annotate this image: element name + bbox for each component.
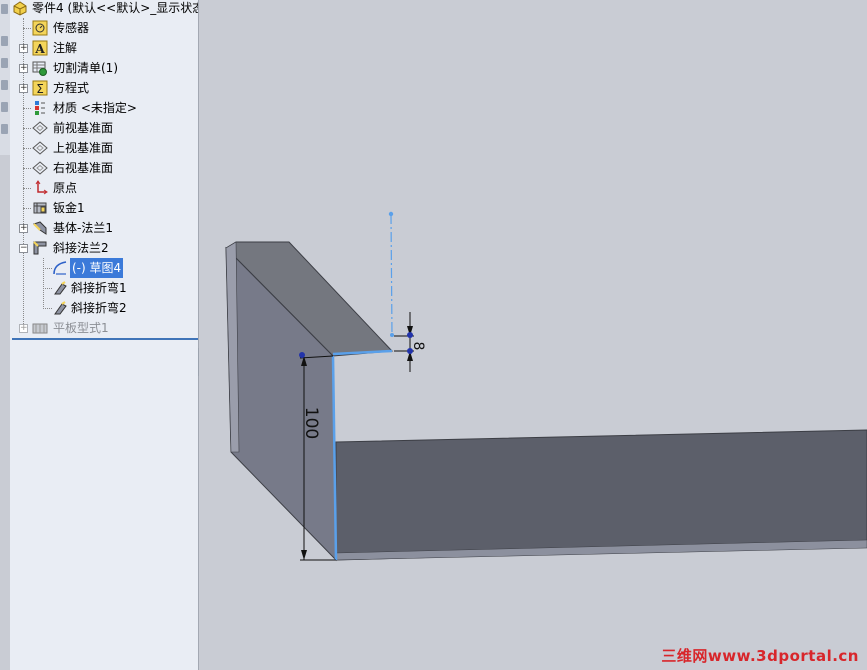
toolbar-icon[interactable] bbox=[1, 80, 8, 90]
sketch-point[interactable] bbox=[390, 333, 394, 337]
cut-list-icon bbox=[32, 61, 47, 76]
sheet-metal-icon bbox=[33, 202, 47, 214]
sketch-centerline[interactable] bbox=[390, 213, 393, 337]
equation-icon: Σ bbox=[32, 80, 48, 96]
toolbar-icon[interactable] bbox=[1, 36, 8, 46]
toolbar-icon[interactable] bbox=[1, 58, 8, 68]
sketch-icon bbox=[53, 261, 67, 275]
dimension-value-100[interactable]: 100 bbox=[301, 407, 321, 439]
sketch-endpoint[interactable] bbox=[407, 332, 413, 338]
expand-icon[interactable]: + bbox=[19, 84, 28, 93]
tree-item-label: 注解 bbox=[53, 41, 78, 55]
miter-flange-icon bbox=[33, 241, 47, 255]
tree-connector bbox=[23, 118, 31, 129]
tree-item-sensors[interactable]: 传感器 bbox=[10, 18, 198, 38]
miter-bend-icon bbox=[54, 301, 67, 315]
toolbar-icon[interactable] bbox=[1, 124, 8, 134]
tree-item-material[interactable]: 材质 <未指定> bbox=[10, 98, 198, 118]
plane-icon bbox=[32, 141, 48, 155]
sketch-endpoint[interactable] bbox=[299, 352, 305, 358]
origin-icon bbox=[35, 180, 48, 195]
tree-item-label: 前视基准面 bbox=[53, 121, 114, 135]
expand-icon[interactable]: + bbox=[19, 324, 28, 333]
plane-icon bbox=[32, 161, 48, 175]
tree-item-label: 右视基准面 bbox=[53, 161, 114, 175]
tree-item-label: 平板型式1 bbox=[53, 321, 109, 335]
tree-item-miter-bend-1[interactable]: 斜接折弯1 bbox=[10, 268, 198, 298]
tree-item-flat-pattern[interactable]: + 平板型式1 bbox=[10, 318, 198, 338]
collapse-icon[interactable]: − bbox=[19, 244, 28, 253]
tree-item-right-plane[interactable]: 右视基准面 bbox=[10, 158, 198, 178]
flat-pattern-icon bbox=[32, 323, 48, 334]
expand-icon[interactable]: + bbox=[19, 44, 28, 53]
tree-item-front-plane[interactable]: 前视基准面 bbox=[10, 118, 198, 138]
expand-icon[interactable]: + bbox=[19, 224, 28, 233]
material-icon bbox=[35, 101, 45, 115]
base-flange-face bbox=[335, 429, 867, 561]
expand-icon[interactable]: + bbox=[19, 64, 28, 73]
tree-connector bbox=[23, 178, 31, 189]
tree-connector bbox=[23, 138, 31, 149]
sketch-point[interactable] bbox=[388, 211, 394, 217]
toolbar-icon[interactable] bbox=[1, 102, 8, 112]
tree-item-miter-flange[interactable]: − 斜接法兰2 bbox=[10, 238, 198, 258]
tree-item-sketch[interactable]: (-) 草图4 bbox=[10, 258, 198, 278]
dimension-value-8[interactable]: 8 bbox=[410, 342, 426, 351]
plane-icon bbox=[32, 121, 48, 135]
tree-item-annotations[interactable]: + A 注解 bbox=[10, 38, 198, 58]
base-flange-icon bbox=[33, 221, 47, 235]
svg-text:Σ: Σ bbox=[36, 82, 44, 96]
tree-item-base-flange[interactable]: + 基体-法兰1 bbox=[10, 218, 198, 238]
tree-item-label: 材质 <未指定> bbox=[53, 101, 137, 115]
tree-connector bbox=[23, 98, 31, 109]
toolbar-icon[interactable] bbox=[1, 4, 8, 14]
tree-item-label: 钣金1 bbox=[53, 201, 85, 215]
svg-text:A: A bbox=[34, 42, 45, 56]
annotation-icon: A bbox=[32, 40, 48, 56]
tree-item-label: 原点 bbox=[53, 181, 78, 195]
sensor-icon bbox=[32, 20, 48, 36]
feature-manager-tree: 零件4 (默认<<默认>_显示状态 传感器 + A 注解 + 切割清单(1) +… bbox=[10, 0, 199, 670]
tree-connector bbox=[23, 18, 31, 29]
tree-item-label: 斜接折弯1 bbox=[71, 281, 127, 295]
tree-item-label: 斜接法兰2 bbox=[53, 241, 109, 255]
tree-item-label: 方程式 bbox=[53, 81, 90, 95]
tree-item-cut-list[interactable]: + 切割清单(1) bbox=[10, 58, 198, 78]
rollback-bar[interactable] bbox=[12, 338, 198, 340]
tree-connector bbox=[23, 198, 31, 209]
tree-connector bbox=[23, 158, 31, 169]
model-view: 100 8 bbox=[225, 211, 867, 562]
tree-item-sheet-metal[interactable]: 钣金1 bbox=[10, 198, 198, 218]
tree-connector bbox=[43, 268, 52, 289]
tree-root-label: 零件4 (默认<<默认>_显示状态 bbox=[32, 1, 199, 15]
tree-item-label: 上视基准面 bbox=[53, 141, 114, 155]
tree-connector bbox=[43, 288, 52, 309]
tree-item-top-plane[interactable]: 上视基准面 bbox=[10, 138, 198, 158]
tree-item-label: (-) 草图4 bbox=[70, 258, 124, 278]
part-icon bbox=[13, 1, 27, 16]
tree-item-label: 斜接折弯2 bbox=[71, 301, 127, 315]
tree-item-origin[interactable]: 原点 bbox=[10, 178, 198, 198]
miter-bend-icon bbox=[54, 281, 67, 295]
dimension-arrow bbox=[301, 550, 307, 560]
tree-item-label: 传感器 bbox=[53, 21, 90, 35]
watermark: 三维网www.3dportal.cn bbox=[661, 647, 859, 665]
graphics-viewport[interactable]: 100 8 三维网www.3dportal.cn bbox=[199, 0, 867, 670]
tree-item-label: 切割清单(1) bbox=[53, 61, 118, 75]
tree-root-part[interactable]: 零件4 (默认<<默认>_显示状态 bbox=[10, 0, 198, 18]
tree-item-equations[interactable]: + Σ 方程式 bbox=[10, 78, 198, 98]
tree-item-label: 基体-法兰1 bbox=[53, 221, 113, 235]
tree-item-miter-bend-2[interactable]: 斜接折弯2 bbox=[10, 288, 198, 318]
